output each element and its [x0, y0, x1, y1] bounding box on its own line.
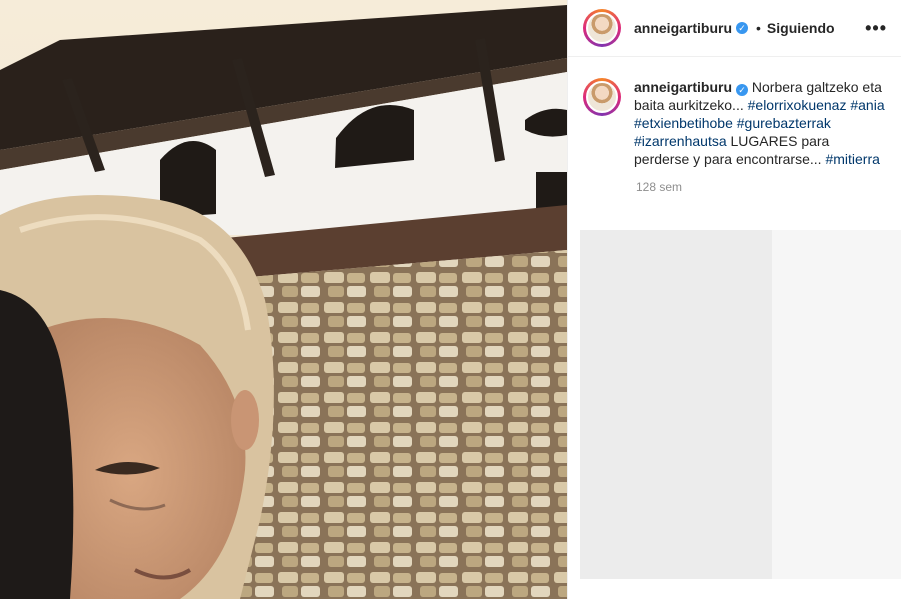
header-avatar[interactable] — [583, 9, 621, 47]
post-header: anneigartiburu ✓ • Siguiendo ••• — [568, 0, 901, 57]
caption-username[interactable]: anneigartiburu — [634, 79, 732, 95]
post-timestamp[interactable]: 128 sem — [636, 180, 901, 194]
avatar-image — [586, 12, 618, 44]
grid-tile[interactable] — [580, 230, 772, 384]
more-options-icon[interactable]: ••• — [865, 19, 887, 37]
hashtag-link[interactable]: #ania — [850, 97, 884, 113]
suggested-posts-grid — [580, 230, 901, 599]
header-username[interactable]: anneigartiburu — [634, 20, 732, 36]
grid-tile[interactable] — [772, 384, 901, 579]
hashtag-link[interactable]: #gurebazterrak — [737, 115, 831, 131]
caption-avatar[interactable] — [583, 78, 621, 116]
post-side-panel: anneigartiburu ✓ • Siguiendo ••• anneiga… — [567, 0, 901, 599]
grid-tile[interactable] — [580, 384, 772, 579]
caption-comment: anneigartiburu ✓ Norbera galtzeko eta bai… — [568, 57, 901, 168]
caption-text: anneigartiburu ✓ Norbera galtzeko eta bai… — [634, 78, 885, 168]
verified-badge-icon: ✓ — [736, 22, 749, 34]
avatar-image — [586, 81, 618, 113]
post-photo[interactable] — [0, 0, 567, 599]
verified-badge-icon: ✓ — [736, 84, 749, 96]
following-button[interactable]: Siguiendo — [767, 20, 835, 36]
separator-dot: • — [756, 20, 761, 36]
grid-tile[interactable] — [772, 230, 901, 384]
hashtag-link[interactable]: #izarrenhautsa — [634, 133, 727, 149]
hashtag-link[interactable]: #elorrixokuenaz — [748, 97, 847, 113]
hashtag-link[interactable]: #mitierra — [825, 151, 879, 167]
hashtag-link[interactable]: #etxienbetihobe — [634, 115, 733, 131]
photo-image — [0, 0, 567, 599]
